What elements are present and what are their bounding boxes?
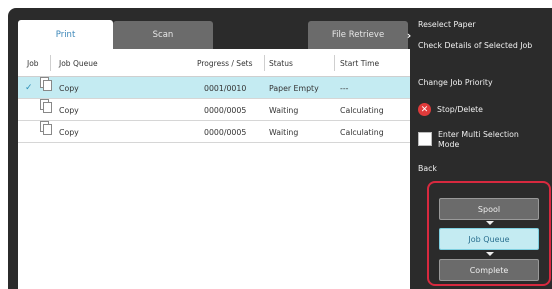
table-row[interactable]: Copy 0000/0005 Waiting Calculating [18,121,410,143]
job-queue-button[interactable]: Job Queue [439,228,539,250]
header-status: Status [269,58,293,68]
header-progress: Progress / Sets [197,58,253,68]
job-progress: 0000/0005 [204,105,247,115]
tab-file-retrieve[interactable]: File Retrieve [308,21,408,49]
spool-button[interactable]: Spool [439,198,539,220]
job-name: Copy [59,83,79,93]
selected-check-icon: ✓ [25,83,33,93]
mode-selector: Spool Job Queue Complete [427,181,551,286]
table-row[interactable]: ✓ Copy 0001/0010 Paper Empty --- [18,77,410,99]
job-start-time: Calculating [340,105,384,115]
chevron-right-icon[interactable]: › [401,21,417,49]
menu-change-priority[interactable]: Change Job Priority [418,78,493,88]
action-menu: Reselect Paper Check Details of Selected… [410,8,552,183]
header-job-queue: Job Queue [59,58,98,68]
job-list-panel: Job Job Queue Progress / Sets Status Sta… [18,49,410,289]
arrow-down-icon [486,221,494,225]
complete-button[interactable]: Complete [439,259,539,281]
job-progress: 0000/0005 [204,127,247,137]
job-name: Copy [59,105,79,115]
job-status: Waiting [269,105,299,115]
job-start-time: Calculating [340,127,384,137]
menu-stop-delete[interactable]: Stop/Delete [437,105,483,115]
job-name: Copy [59,127,79,137]
arrow-down-icon [486,252,494,256]
job-status: Waiting [269,127,299,137]
menu-reselect-paper[interactable]: Reselect Paper [418,20,476,30]
header-start-time: Start Time [340,58,380,68]
table-row[interactable]: Copy 0000/0005 Waiting Calculating [18,99,410,121]
menu-check-details[interactable]: Check Details of Selected Job [418,41,538,51]
checkbox-icon[interactable] [418,132,432,146]
tab-print[interactable]: Print [18,20,113,49]
job-start-time: --- [340,83,349,93]
job-progress: 0001/0010 [204,83,247,93]
tab-scan[interactable]: Scan [113,21,213,49]
header-job: Job [27,58,39,68]
job-status: Paper Empty [269,83,319,93]
stop-icon: ✕ [418,103,431,116]
table-header: Job Job Queue Progress / Sets Status Sta… [18,49,410,77]
menu-back[interactable]: Back [418,164,437,174]
menu-multi-selection[interactable]: Enter Multi Selection Mode [438,130,538,150]
